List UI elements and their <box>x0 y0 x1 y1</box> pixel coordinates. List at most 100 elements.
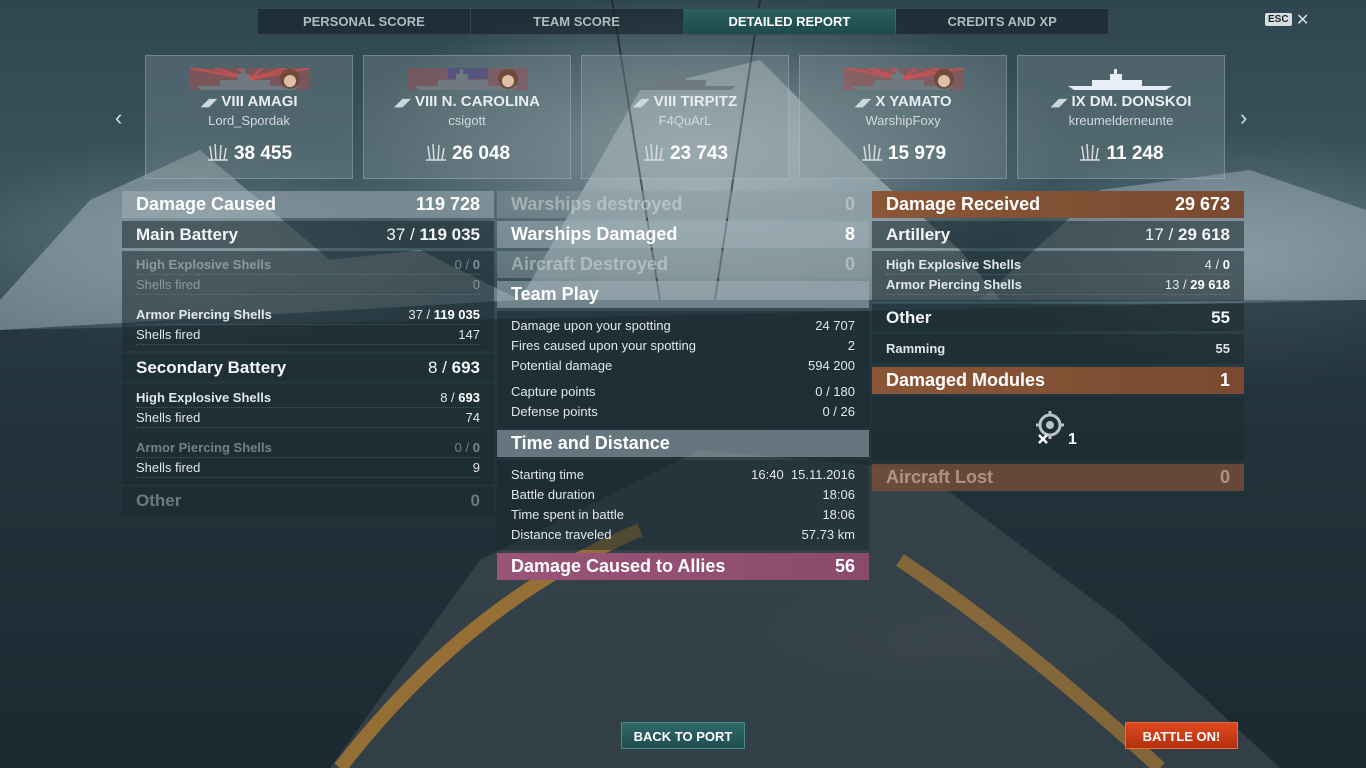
player-card[interactable]: ◢◤ VIII TIRPITZ F4QuArL 23 743 <box>581 55 789 179</box>
battle-on-button[interactable]: BATTLE ON! <box>1125 722 1238 749</box>
player-card[interactable]: ◢◤ IX DM. DONSKOI kreumelderneunte 11 248 <box>1017 55 1225 179</box>
distance-value: 57.73 km <box>801 526 855 542</box>
warships-damaged-value: 8 <box>844 224 855 244</box>
ship-class-icon: ◢◤ <box>394 97 411 109</box>
aircraft-destroyed-value: 0 <box>844 254 855 274</box>
capture-points-label: Capture points <box>511 383 596 399</box>
report-tabs: PERSONAL SCORE TEAM SCORE DETAILED REPOR… <box>257 8 1109 35</box>
art-ap-value: 13 / 29 618 <box>1164 277 1230 292</box>
ship-silhouette-icon <box>190 68 310 90</box>
module-count: 1 <box>1068 431 1077 448</box>
ship-title: TIRPITZ <box>680 93 738 110</box>
secondary-battery-label: Secondary Battery <box>136 357 287 377</box>
mb-ap-fired-row: Shells fired 147 <box>136 325 480 345</box>
damage-caused-label: Damage Caused <box>136 194 277 214</box>
warships-destroyed-row: Warships destroyed 0 <box>497 191 869 218</box>
sb-he-fired-row: Shells fired 74 <box>136 408 480 428</box>
damage-caused-panel: Damage Caused 119 728 Main Battery 37 / … <box>122 191 494 517</box>
next-arrow-icon[interactable]: › <box>1240 105 1247 131</box>
damage-burst-icon <box>207 143 228 161</box>
main-battery-label: Main Battery <box>136 224 239 244</box>
mb-ap-value: 37 / 119 035 <box>408 307 480 322</box>
mb-he-fired-row: Shells fired 0 <box>136 275 480 295</box>
spotting-fires-row: Fires caused upon your spotting 2 <box>511 335 855 355</box>
warships-destroyed-label: Warships destroyed <box>511 194 683 214</box>
potential-damage-value: 594 200 <box>808 357 855 373</box>
ship-tier: VIII <box>221 93 244 110</box>
spotting-fires-label: Fires caused upon your spotting <box>511 337 696 353</box>
time-in-battle-value: 18:06 <box>822 506 855 522</box>
mb-ap-label: Armor Piercing Shells <box>136 307 272 322</box>
spotting-fires-value: 2 <box>847 337 855 353</box>
secondary-battery-row: Secondary Battery 8 / 693 <box>122 354 494 381</box>
ship-name: ◢◤ X YAMATO <box>800 93 1006 110</box>
sb-ap-fired-row: Shells fired 9 <box>136 458 480 478</box>
player-card[interactable]: ◢◤ VIII AMAGI Lord_Spordak 38 455 <box>145 55 353 179</box>
damage-caused-value: 119 728 <box>415 194 480 214</box>
other-received-row: Other 55 <box>872 304 1244 331</box>
mb-he-value: 0 / 0 <box>454 257 480 272</box>
ship-title: DM. DONSKOI <box>1089 93 1192 110</box>
aircraft-destroyed-row: Aircraft Destroyed 0 <box>497 251 869 278</box>
sb-ap-row: Armor Piercing Shells 0 / 0 <box>136 438 480 458</box>
other-received-label: Other <box>886 307 932 327</box>
damaged-modules-area: 1 <box>872 397 1244 461</box>
ship-name: ◢◤ VIII AMAGI <box>146 93 352 110</box>
player-card[interactable]: ◢◤ X YAMATO WarshipFoxy 15 979 <box>799 55 1007 179</box>
battle-duration-label: Battle duration <box>511 486 595 502</box>
score-value: 23 743 <box>669 143 729 164</box>
team-play-header: Team Play <box>497 281 869 308</box>
score-value: 15 979 <box>887 143 947 164</box>
defense-points-value: 0 / 26 <box>822 403 855 419</box>
close-icon[interactable]: ✕ <box>1296 10 1309 30</box>
player-card[interactable]: ◢◤ VIII N. CAROLINA csigott 26 048 <box>363 55 571 179</box>
distance-label: Distance traveled <box>511 526 612 542</box>
mb-he-fired-value: 0 <box>472 277 480 292</box>
ship-class-icon: ◢◤ <box>200 97 218 109</box>
mb-ap-fired-value: 147 <box>458 327 480 342</box>
tab-credits-and-xp[interactable]: CREDITS AND XP <box>896 9 1108 34</box>
potential-damage-row: Potential damage 594 200 <box>511 355 855 375</box>
previous-arrow-icon[interactable]: ‹ <box>115 105 122 131</box>
main-battery-row: Main Battery 37 / 119 035 <box>122 221 494 248</box>
aircraft-lost-label: Aircraft Lost <box>886 467 994 487</box>
tab-team-score[interactable]: TEAM SCORE <box>471 9 684 34</box>
player-name: kreumelderneunte <box>1068 113 1174 128</box>
mb-ap-row: Armor Piercing Shells 37 / 119 035 <box>136 305 480 325</box>
defense-points-row: Defense points 0 / 26 <box>511 401 855 421</box>
sb-ap-label: Armor Piercing Shells <box>136 440 272 455</box>
artillery-value: 17 / 29 618 <box>1144 224 1230 244</box>
tab-detailed-report[interactable]: DETAILED REPORT <box>683 9 897 34</box>
art-he-label: High Explosive Shells <box>886 257 1022 272</box>
damaged-modules-value: 1 <box>1219 370 1230 390</box>
artillery-details: High Explosive Shells 4 / 0 Armor Pierci… <box>872 251 1244 301</box>
allied-damage-label: Damage Caused to Allies <box>511 556 726 576</box>
art-he-value: 4 / 0 <box>1204 257 1230 272</box>
damaged-modules-label: Damaged Modules <box>886 370 1046 390</box>
other-damage-row: Other 0 <box>122 487 494 514</box>
damage-burst-icon <box>1080 143 1101 161</box>
back-to-port-button[interactable]: BACK TO PORT <box>621 722 745 749</box>
sb-he-fired-value: 74 <box>465 410 480 425</box>
battle-duration-value: 18:06 <box>822 486 855 502</box>
aircraft-lost-value: 0 <box>1219 467 1230 487</box>
tab-personal-score[interactable]: PERSONAL SCORE <box>258 9 471 34</box>
damage-caused-header: Damage Caused 119 728 <box>122 191 494 218</box>
damage-received-label: Damage Received <box>886 194 1041 214</box>
ship-class-icon: ◢◤ <box>1050 97 1068 109</box>
time-distance-details: Starting time 16:40 15.11.2016 Battle du… <box>497 460 869 550</box>
art-he-row: High Explosive Shells 4 / 0 <box>886 255 1230 275</box>
ship-tier: X <box>875 93 886 110</box>
distance-row: Distance traveled 57.73 km <box>511 524 855 544</box>
ship-name: ◢◤ VIII TIRPITZ <box>582 93 788 110</box>
ship-title: YAMATO <box>889 93 952 110</box>
time-distance-label: Time and Distance <box>511 433 670 453</box>
main-battery-details: High Explosive Shells 0 / 0 Shells fired… <box>122 251 494 351</box>
time-in-battle-row: Time spent in battle 18:06 <box>511 504 855 524</box>
mb-he-row: High Explosive Shells 0 / 0 <box>136 255 480 275</box>
capture-points-value: 0 / 180 <box>815 383 855 399</box>
ship-silhouette-icon <box>632 69 736 90</box>
damaged-modules-header: Damaged Modules 1 <box>872 367 1244 394</box>
main-battery-value: 37 / 119 035 <box>386 224 480 244</box>
score-value: 11 248 <box>1106 143 1164 164</box>
